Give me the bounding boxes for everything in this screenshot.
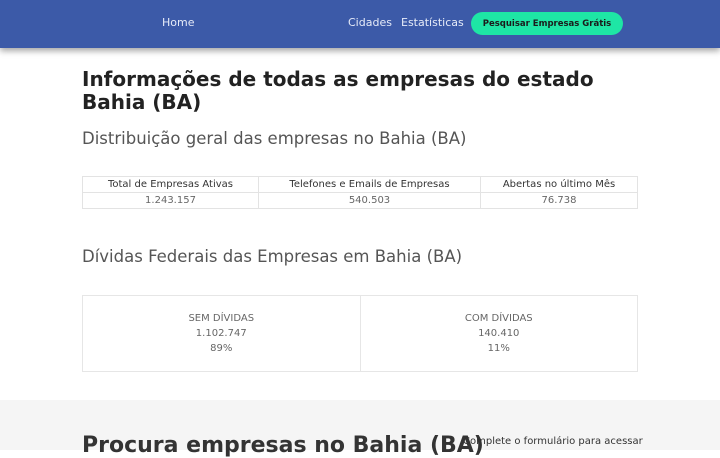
- debts-with-column: COM DÍVIDAS 140.410 11%: [359, 296, 638, 371]
- debts-heading: Dívidas Federais das Empresas em Bahia (…: [82, 247, 463, 266]
- search-form-note: Complete o formulário para acessar: [463, 436, 643, 447]
- search-section-heading: Procura empresas no Bahia (BA): [82, 433, 484, 458]
- stats-value-contacts: 540.503: [258, 192, 481, 209]
- stats-value-recent: 76.738: [480, 192, 638, 209]
- top-navbar: Home Cidades Estatísticas Pesquisar Empr…: [0, 0, 720, 48]
- debts-without-count: 1.102.747: [195, 328, 247, 339]
- stats-header-total: Total de Empresas Ativas: [82, 176, 259, 193]
- debts-panel: SEM DÍVIDAS 1.102.747 89% COM DÍVIDAS 14…: [82, 295, 638, 372]
- debts-without-label: SEM DÍVIDAS: [188, 313, 255, 324]
- stats-table: Total de Empresas Ativas Telefones e Ema…: [82, 176, 638, 209]
- debts-without-column: SEM DÍVIDAS 1.102.747 89%: [83, 296, 360, 371]
- distribution-heading: Distribuição geral das empresas no Bahia…: [82, 129, 467, 148]
- debts-without-percent: 89%: [210, 343, 233, 354]
- nav-link-home[interactable]: Home: [162, 16, 194, 29]
- stats-value-total: 1.243.157: [82, 192, 259, 209]
- debts-with-percent: 11%: [487, 343, 510, 354]
- stats-header-recent: Abertas no último Mês: [480, 176, 638, 193]
- debts-with-label: COM DÍVIDAS: [464, 313, 533, 324]
- nav-link-estatisticas[interactable]: Estatísticas: [401, 16, 464, 29]
- page-title: Informações de todas as empresas do esta…: [82, 67, 594, 114]
- search-companies-button[interactable]: Pesquisar Empresas Grátis: [471, 12, 623, 35]
- nav-link-cidades[interactable]: Cidades: [348, 16, 392, 29]
- stats-value-row: 1.243.157 540.503 76.738: [82, 192, 638, 209]
- debts-with-count: 140.410: [478, 328, 520, 339]
- stats-header-row: Total de Empresas Ativas Telefones e Ema…: [82, 176, 638, 193]
- stats-header-contacts: Telefones e Emails de Empresas: [258, 176, 481, 193]
